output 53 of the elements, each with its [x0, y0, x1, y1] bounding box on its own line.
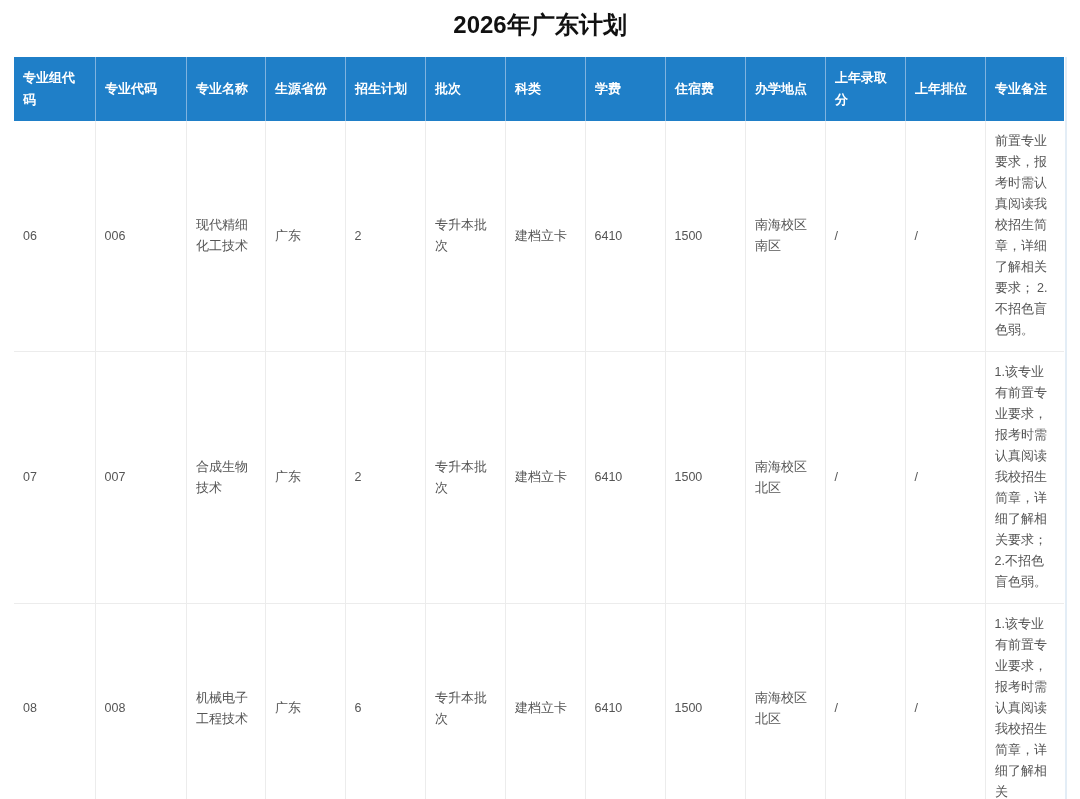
table-cell: 6410: [585, 121, 665, 352]
table-cell: 6410: [585, 351, 665, 604]
table-cell: 建档立卡: [505, 603, 585, 799]
table-cell: 专升本批次: [425, 351, 505, 604]
table-cell: 机械电子工程技术: [186, 603, 265, 799]
column-header: 招生计划: [345, 57, 425, 121]
table-cell: 南海校区北区: [745, 603, 825, 799]
table-cell: 6: [345, 603, 425, 799]
table-cell: 广东: [265, 603, 345, 799]
table-cell: 南海校区北区: [745, 351, 825, 604]
column-header: 上年排位: [905, 57, 985, 121]
table-cell: 广东: [265, 351, 345, 604]
table-cell: 1.该专业有前置专业要求，报考时需认真阅读我校招生简章，详细了解相关要求； 2.不招色盲色弱。: [985, 351, 1064, 604]
column-header: 学费: [585, 57, 665, 121]
table-cell: 6410: [585, 603, 665, 799]
table-cell: 前置专业要求，报考时需认真阅读我校招生简章，详细了解相关要求； 2.不招色盲色弱。: [985, 121, 1064, 352]
column-header: 专业代码: [95, 57, 186, 121]
table-cell: 007: [95, 351, 186, 604]
table-cell: /: [825, 603, 905, 799]
column-header: 科类: [505, 57, 585, 121]
table-cell: 1500: [665, 351, 745, 604]
table-cell: 建档立卡: [505, 351, 585, 604]
column-header: 专业组代码: [14, 57, 95, 121]
table-cell: 07: [14, 351, 95, 604]
table-cell: /: [905, 351, 985, 604]
table-cell: 06: [14, 121, 95, 352]
table-cell: 1500: [665, 603, 745, 799]
table-cell: 2: [345, 351, 425, 604]
table-cell: 1500: [665, 121, 745, 352]
table-cell: 1.该专业有前置专业要求，报考时需认真阅读我校招生简章，详细了解相关: [985, 603, 1064, 799]
table-cell: 专升本批次: [425, 603, 505, 799]
column-header: 上年录取分: [825, 57, 905, 121]
table-cell: /: [825, 351, 905, 604]
table-cell: 08: [14, 603, 95, 799]
column-header: 专业名称: [186, 57, 265, 121]
table-cell: 2: [345, 121, 425, 352]
column-header: 生源省份: [265, 57, 345, 121]
table-cell: /: [905, 603, 985, 799]
page-title: 2026年广东计划: [452, 10, 628, 40]
table-cell: 现代精细化工技术: [186, 121, 265, 352]
column-header: 办学地点: [745, 57, 825, 121]
table-cell: 建档立卡: [505, 121, 585, 352]
column-header: 批次: [425, 57, 505, 121]
column-header: 住宿费: [665, 57, 745, 121]
column-header: 专业备注: [985, 57, 1064, 121]
table-cell: 合成生物技术: [186, 351, 265, 604]
table-cell: /: [825, 121, 905, 352]
table-cell: 008: [95, 603, 186, 799]
table-cell: 南海校区南区: [745, 121, 825, 352]
table-cell: 006: [95, 121, 186, 352]
table-cell: /: [905, 121, 985, 352]
table-cell: 专升本批次: [425, 121, 505, 352]
table-cell: 广东: [265, 121, 345, 352]
